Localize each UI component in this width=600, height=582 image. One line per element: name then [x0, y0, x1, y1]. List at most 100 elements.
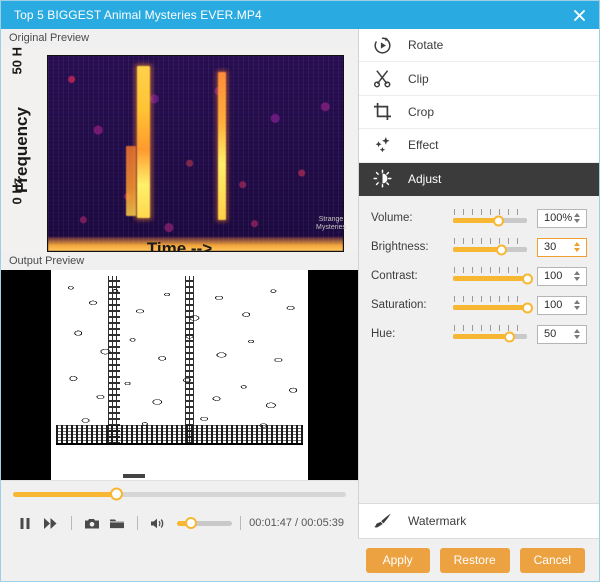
volume-slider-handle[interactable] [185, 517, 197, 529]
volume-button[interactable] [146, 510, 171, 536]
seek-slider-fill [13, 492, 116, 497]
seek-slider-handle[interactable] [110, 488, 123, 501]
spectrogram-x-axis-title: Time --> [1, 239, 358, 252]
slider-track [453, 334, 527, 339]
stepper-value: 100% [538, 212, 572, 224]
hue-value-stepper[interactable]: 50 [537, 325, 587, 344]
controls-divider-3 [240, 516, 241, 530]
adjust-panel: Volume: 100% Brightness: [359, 196, 599, 503]
spectrogram-watermark-line2: Mysteries [316, 224, 346, 232]
rotate-icon [373, 36, 399, 55]
output-letterbox [1, 270, 358, 480]
current-time: 00:01:47 [249, 517, 292, 529]
slider-handle[interactable] [496, 244, 507, 255]
stepper-value: 50 [538, 328, 556, 340]
apply-button[interactable]: Apply [366, 548, 430, 573]
spectrogram-watermark-line1: Strange [316, 216, 346, 224]
volume-slider[interactable] [177, 521, 232, 526]
spectrogram-y-tick-top: 50 H [10, 47, 25, 75]
pause-button[interactable] [13, 510, 38, 536]
saturation-adjust-slider[interactable] [453, 296, 527, 314]
stepper-arrows[interactable] [574, 300, 580, 310]
stepper-arrows[interactable] [574, 271, 580, 281]
slider-handle[interactable] [493, 215, 504, 226]
stepper-arrows[interactable] [574, 213, 580, 223]
tool-item-crop[interactable]: Crop [359, 96, 599, 129]
slider-handle[interactable] [522, 302, 533, 313]
transport-bar: 00:01:47 / 00:05:39 [1, 480, 358, 539]
spectrogram-band-primary [137, 66, 150, 218]
volume-value-stepper[interactable]: 100% [537, 209, 587, 228]
time-separator: / [295, 517, 298, 529]
sketch-bottom-mark [123, 474, 145, 478]
slider-track [453, 276, 527, 281]
sketch-contour-field [56, 276, 303, 444]
folder-icon [109, 517, 125, 530]
slider-track [453, 247, 527, 252]
contrast-value-stepper[interactable]: 100 [537, 267, 587, 286]
adjust-row-saturation: Saturation: 100 [371, 295, 587, 316]
snapshot-button[interactable] [80, 510, 105, 536]
adjust-label: Volume: [371, 212, 453, 224]
saturation-value-stepper[interactable]: 100 [537, 296, 587, 315]
restore-button[interactable]: Restore [440, 548, 510, 573]
original-preview-label: Original Preview [1, 29, 358, 47]
spectrogram-noise-field [48, 56, 343, 251]
contrast-adjust-slider[interactable] [453, 267, 527, 285]
window-body: Original Preview Frequency 50 H 0 Hz [1, 29, 599, 539]
slider-fill [453, 305, 527, 310]
slider-ticks [454, 296, 526, 302]
time-display: 00:01:47 / 00:05:39 [249, 517, 348, 529]
output-preview-viewport [1, 270, 358, 480]
tool-item-label: Clip [399, 72, 429, 86]
spectrogram-band-primary-tail [126, 146, 136, 216]
original-preview-viewport: Frequency 50 H 0 Hz Time --> Strange [1, 47, 358, 252]
dialog-footer: Apply Restore Cancel [1, 539, 599, 581]
tool-item-label: Effect [399, 138, 438, 152]
hue-adjust-slider[interactable] [453, 325, 527, 343]
playback-controls: 00:01:47 / 00:05:39 [1, 507, 358, 539]
adjust-row-brightness: Brightness: 30 [371, 237, 587, 258]
controls-divider-1 [71, 516, 72, 530]
adjust-label: Hue: [371, 328, 453, 340]
tool-item-watermark[interactable]: Watermark [359, 503, 599, 539]
video-editor-window: Top 5 BIGGEST Animal Mysteries EVER.MP4 … [0, 0, 600, 582]
seek-row [1, 481, 358, 507]
brightness-value-stepper[interactable]: 30 [537, 238, 587, 257]
close-button[interactable] [559, 1, 599, 29]
tool-item-clip[interactable]: Clip [359, 62, 599, 95]
tool-item-label: Crop [399, 105, 434, 119]
slider-track [453, 305, 527, 310]
crop-icon [373, 102, 399, 121]
volume-adjust-slider[interactable] [453, 209, 527, 227]
spectrogram-plot-area [47, 55, 344, 252]
fast-forward-button[interactable] [38, 510, 63, 536]
tool-item-label: Adjust [399, 172, 441, 186]
open-folder-button[interactable] [104, 510, 129, 536]
slider-ticks [454, 238, 526, 244]
slider-handle[interactable] [522, 273, 533, 284]
tool-item-label: Watermark [399, 514, 466, 528]
stepper-arrows[interactable] [574, 329, 580, 339]
cancel-button[interactable]: Cancel [520, 548, 585, 573]
slider-handle[interactable] [504, 331, 515, 342]
stepper-arrows[interactable] [574, 242, 580, 252]
sketch-baseline-texture [56, 425, 303, 444]
brightness-adjust-slider[interactable] [453, 238, 527, 256]
tool-item-effect[interactable]: Effect [359, 129, 599, 162]
spectrogram-image: Frequency 50 H 0 Hz Time --> Strange [1, 47, 358, 252]
tools-column: Rotate Clip [359, 29, 599, 539]
tool-item-adjust[interactable]: Adjust [359, 163, 599, 196]
controls-divider-2 [137, 516, 138, 530]
stepper-value: 100 [538, 299, 562, 311]
adjust-row-hue: Hue: 50 [371, 324, 587, 345]
brush-icon [373, 512, 399, 531]
camera-icon [84, 517, 100, 530]
adjust-label: Saturation: [371, 299, 453, 311]
sketch-column-secondary [185, 276, 194, 444]
spectrogram-watermark: Strange Mysteries [316, 216, 346, 232]
seek-slider[interactable] [13, 492, 346, 497]
tool-item-rotate[interactable]: Rotate [359, 29, 599, 62]
total-time: 00:05:39 [301, 517, 344, 529]
slider-ticks [454, 209, 526, 215]
